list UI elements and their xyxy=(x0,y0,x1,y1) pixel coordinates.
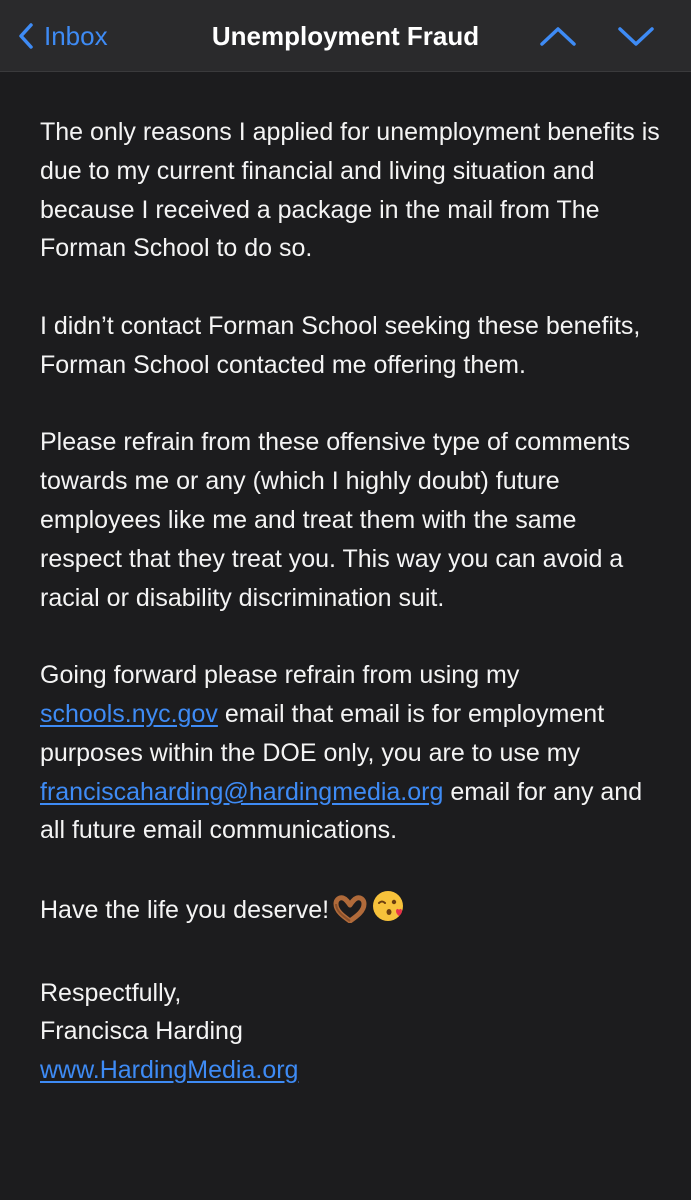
schools-nyc-gov-link[interactable]: schools.nyc.gov xyxy=(40,700,218,728)
next-message-button[interactable] xyxy=(616,20,656,52)
email-paragraph-3: Please refrain from these offensive type… xyxy=(40,428,631,612)
email-paragraph-2: I didn’t contact Forman School seeking t… xyxy=(40,311,641,379)
paragraph-4-start: Going forward please refrain from using … xyxy=(40,661,520,690)
heart-hands-emoji xyxy=(333,895,367,935)
chevron-left-icon xyxy=(19,23,33,49)
signature-website: www.HardingMedia.org xyxy=(40,1051,660,1090)
paragraph-5-text: Have the life you deserve! xyxy=(40,895,330,924)
navigation-bar: Inbox Unemployment Fraud xyxy=(0,0,691,72)
email-paragraph-1: The only reasons I applied for unemploym… xyxy=(40,118,660,263)
face-blowing-kiss-emoji xyxy=(371,889,405,935)
email-paragraph-4: Going forward please refrain from using … xyxy=(40,656,660,850)
email-closing: Respectfully, xyxy=(40,978,182,1007)
chevron-up-icon xyxy=(540,27,576,46)
harding-media-website-link[interactable]: www.HardingMedia.org xyxy=(40,1056,298,1084)
email-address-link[interactable]: franciscaharding@hardingmedia.org xyxy=(40,778,443,806)
signature-name: Francisca Harding xyxy=(40,1017,243,1046)
previous-message-button[interactable] xyxy=(538,20,578,52)
chevron-down-icon xyxy=(618,27,654,46)
email-paragraph-5: Have the life you deserve! xyxy=(40,889,660,935)
email-body: The only reasons I applied for unemploym… xyxy=(40,113,660,1090)
back-to-inbox-button[interactable]: Inbox xyxy=(18,18,108,54)
back-label: Inbox xyxy=(44,20,108,51)
